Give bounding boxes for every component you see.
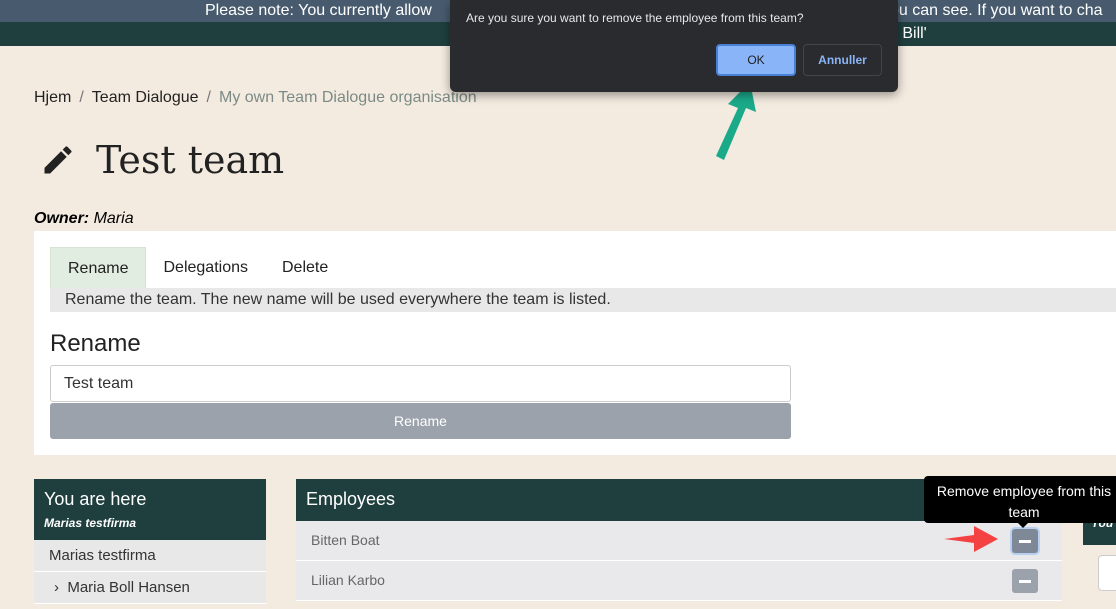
- notice-text: Please note: You currently allow: [205, 2, 432, 19]
- panel-heading: You are here: [44, 489, 147, 509]
- location-panel: You are here Marias testfirma Marias test…: [34, 479, 266, 609]
- tooltip: Remove employee from this team: [924, 476, 1116, 528]
- breadcrumb: Hjem / Team Dialogue / My own Team Dialogue …: [34, 89, 477, 106]
- ok-button[interactable]: OK: [716, 44, 796, 76]
- list-item[interactable]: › Maria Boll Hansen: [34, 572, 266, 604]
- list-item-label: Maria Boll Hansen: [67, 579, 190, 596]
- tab-rename[interactable]: Rename: [50, 247, 147, 291]
- confirm-dialog: Are you sure you want to remove the empl…: [450, 0, 898, 92]
- panel-subheading: Marias testfirma: [44, 516, 137, 530]
- employee-name: Lilian Karbo: [311, 572, 385, 588]
- remove-employee-button[interactable]: [1012, 569, 1038, 593]
- tab-delete[interactable]: Delete: [265, 247, 345, 291]
- dialog-message: Are you sure you want to remove the empl…: [466, 11, 804, 25]
- red-arrow-icon: [944, 526, 998, 552]
- rename-button[interactable]: Rename: [50, 403, 791, 439]
- pencil-icon: [44, 146, 72, 174]
- chevron-right-icon: ›: [54, 579, 59, 596]
- list-item[interactable]: Marias testfirma: [34, 540, 266, 572]
- breadcrumb-home[interactable]: Hjem: [34, 89, 71, 106]
- owner: Owner: Maria: [34, 210, 134, 228]
- minus-icon: [1019, 539, 1031, 543]
- tab-description: Rename the team. The new name will be us…: [50, 288, 1116, 312]
- page-title: Test team: [40, 138, 284, 182]
- tab-delegations[interactable]: Delegations: [146, 247, 265, 291]
- owner-name: Maria: [93, 210, 134, 227]
- cancel-button[interactable]: Annuller: [803, 44, 882, 76]
- minus-icon: [1019, 579, 1031, 583]
- team-settings-card: Rename Delegations Delete Rename the team.…: [34, 231, 1116, 455]
- remove-employee-button[interactable]: [1012, 529, 1038, 553]
- title-text: Test team: [96, 138, 285, 182]
- breadcrumb-team-dialogue[interactable]: Team Dialogue: [92, 89, 199, 106]
- breadcrumb-current: My own Team Dialogue organisation: [218, 89, 477, 106]
- team-name-input[interactable]: [50, 365, 791, 402]
- search-input[interactable]: [1098, 555, 1116, 591]
- employee-name: Bitten Boat: [311, 532, 380, 548]
- table-row: Lilian Karbo: [296, 561, 1062, 601]
- notice-text-right: ou can see. If you want to cha: [890, 2, 1103, 19]
- owner-label: Owner:: [34, 210, 90, 227]
- rename-heading: Rename: [50, 330, 141, 357]
